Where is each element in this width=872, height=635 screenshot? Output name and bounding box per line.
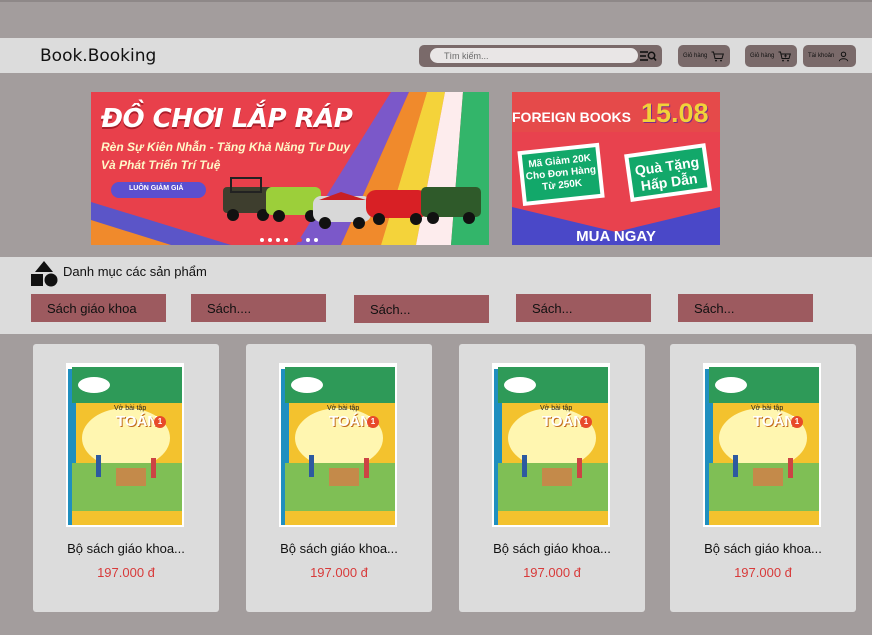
- search-input[interactable]: [430, 48, 638, 63]
- foreign-books-banner[interactable]: FOREIGN BOOKS 15.08 Mã Giảm 20K Cho Đơn …: [512, 92, 720, 245]
- book-cover-image[interactable]: Vở bài tập TOÁN 1: [492, 363, 610, 527]
- product-price: 197.000 đ: [97, 565, 155, 580]
- side-banner-title: FOREIGN BOOKS: [512, 109, 632, 125]
- product-name[interactable]: Bộ sách giáo khoa...: [246, 541, 432, 556]
- side-banner-date: 15.08: [641, 98, 709, 128]
- product-name[interactable]: Bộ sách giáo khoa...: [33, 541, 219, 556]
- cart-label: Giỏ hàng: [683, 53, 708, 59]
- cart-icon: [711, 51, 725, 61]
- account-button[interactable]: Tài khoản: [803, 45, 856, 67]
- search-filter-icon: [640, 51, 657, 62]
- product-card[interactable]: Vở bài tập TOÁN 1 Bộ sách giáo khoa... 1…: [33, 344, 219, 612]
- user-icon: [839, 51, 849, 61]
- header-bar: Book.Booking Giỏ hàng Giỏ hàng: [0, 38, 872, 73]
- cover-title: TOÁN: [116, 413, 159, 430]
- search-bar: [419, 45, 662, 67]
- product-name[interactable]: Bộ sách giáo khoa...: [670, 541, 856, 556]
- shapes-icon: [31, 261, 58, 287]
- product-price: 197.000 đ: [523, 565, 581, 580]
- product-card[interactable]: Vở bài tập TOÁN 1 Bộ sách giáo khoa... 1…: [459, 344, 645, 612]
- cart-button-2[interactable]: Giỏ hàng: [745, 45, 797, 67]
- main-promo-banner[interactable]: ĐỒ CHƠI LẮP RÁP Rèn Sự Kiên Nhẫn - Tăng …: [91, 92, 489, 245]
- category-button-4[interactable]: Sách...: [516, 294, 651, 322]
- banner-subtitle-2: Và Phát Triển Trí Tuệ: [101, 158, 221, 172]
- category-button-5[interactable]: Sách...: [678, 294, 813, 322]
- banner-headline: ĐỒ CHƠI LẮP RÁP: [101, 104, 353, 134]
- product-card[interactable]: Vở bài tập TOÁN 1 Bộ sách giáo khoa... 1…: [670, 344, 856, 612]
- banner-subtitle-1: Rèn Sự Kiên Nhẫn - Tăng Khả Năng Tư Duy: [101, 140, 351, 154]
- cart-button[interactable]: Giỏ hàng: [678, 45, 730, 67]
- cover-subtitle: Vở bài tập: [540, 405, 573, 412]
- book-cover-image[interactable]: Vở bài tập TOÁN 1: [279, 363, 397, 527]
- product-name[interactable]: Bộ sách giáo khoa...: [459, 541, 645, 556]
- cover-title: TOÁN: [329, 413, 372, 430]
- account-label: Tài khoản: [808, 53, 835, 59]
- book-cover-image[interactable]: Vở bài tập TOÁN 1: [703, 363, 821, 527]
- product-card[interactable]: Vở bài tập TOÁN 1 Bộ sách giáo khoa... 1…: [246, 344, 432, 612]
- cart-label: Giỏ hàng: [750, 53, 775, 59]
- cover-subtitle: Vở bài tập: [114, 405, 147, 412]
- cover-subtitle: Vở bài tập: [751, 405, 784, 412]
- cover-grade: 1: [580, 416, 592, 428]
- banner-badge: LUÔN GIẢM GIÁ: [129, 185, 184, 192]
- cover-subtitle: Vở bài tập: [327, 405, 360, 412]
- book-cover-image[interactable]: Vở bài tập TOÁN 1: [66, 363, 184, 527]
- product-price: 197.000 đ: [310, 565, 368, 580]
- category-button-textbooks[interactable]: Sách giáo khoa: [31, 294, 166, 322]
- cover-grade: 1: [791, 416, 803, 428]
- cover-title: TOÁN: [542, 413, 585, 430]
- cover-title: TOÁN: [753, 413, 796, 430]
- top-strip: [0, 0, 872, 38]
- product-price: 197.000 đ: [734, 565, 792, 580]
- category-title: Danh mục các sản phẩm: [63, 264, 207, 279]
- buy-now-label[interactable]: MUA NGAY: [512, 228, 720, 245]
- cover-grade: 1: [154, 416, 166, 428]
- category-button-2[interactable]: Sách....: [191, 294, 326, 322]
- search-button[interactable]: [637, 48, 659, 64]
- cover-grade: 1: [367, 416, 379, 428]
- cart-icon: [778, 51, 792, 61]
- category-section: Danh mục các sản phẩm Sách giáo khoa Sác…: [0, 257, 872, 334]
- brand-logo[interactable]: Book.Booking: [40, 46, 156, 66]
- category-button-3[interactable]: Sách...: [354, 295, 489, 323]
